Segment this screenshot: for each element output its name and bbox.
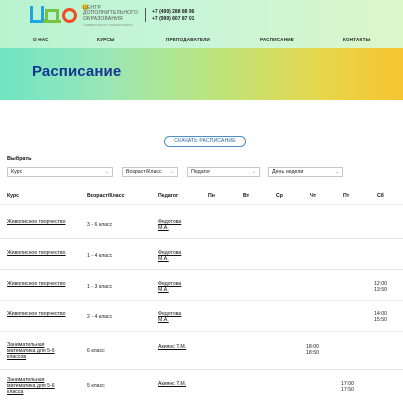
phone-2[interactable]: +7 (999) 807 87 01 (152, 16, 194, 22)
row-divider (0, 331, 403, 332)
col-sat: Сб (377, 193, 384, 199)
filter-label: Выбрать (7, 156, 32, 162)
age-select[interactable]: Возраст/Класс ⌄ (122, 167, 178, 177)
teacher-select[interactable]: Педагог ⌄ (187, 167, 260, 177)
age-cell: 5 класс (87, 383, 105, 389)
course-link[interactable]: Занимательная математика для 5-6 класса (7, 377, 69, 395)
teacher-link[interactable]: Федотова М.А. (158, 219, 192, 231)
age-cell: 1 - 4 класс (87, 253, 113, 259)
nav-courses[interactable]: КУРСЫ (97, 37, 115, 42)
logo-subcaption: УНИВЕРСИТЕТА ГУМАНИТАРНЫХ (83, 23, 133, 27)
course-link[interactable]: Живописное творчество (7, 219, 69, 225)
age-select-value: Возраст/Класс (126, 169, 162, 175)
col-thu: Чт (310, 193, 317, 199)
row-divider (0, 204, 403, 205)
nav-about[interactable]: О НАС (33, 37, 49, 42)
weekday-select-value: День недели (272, 169, 304, 175)
chevron-down-icon: ⌄ (251, 169, 256, 175)
chevron-down-icon: ⌄ (104, 169, 109, 175)
page-title: Расписание (32, 63, 122, 80)
teacher-link[interactable]: Акиянс Т.М. (158, 381, 192, 387)
download-schedule-button[interactable]: СКАЧАТЬ РАСПИСАНИЕ (164, 136, 246, 147)
teacher-link[interactable]: Федотова М.А. (158, 311, 192, 323)
row-divider (0, 300, 403, 301)
course-link[interactable]: Живописное творчество (7, 250, 69, 256)
time-slot: 17:00 17:50 (341, 381, 354, 393)
logo-caption: ЦЕНТР ДОПОЛНИТЕЛЬНОГО ОБРАЗОВАНИЯ (83, 5, 138, 22)
chevron-down-icon: ⌄ (334, 169, 339, 175)
age-cell: 6 класс (87, 348, 105, 354)
col-wed: Ср (276, 193, 283, 199)
nav-contacts[interactable]: КОНТАКТЫ (343, 37, 370, 42)
phone-1[interactable]: +7 (499) 288 88 96 (152, 9, 194, 15)
age-cell: 2 - 4 класс (87, 314, 113, 320)
header-divider (145, 8, 146, 22)
main-nav: О НАС КУРСЫ ПРЕПОДАВАТЕЛИ РАСПИСАНИЕ КОН… (0, 37, 403, 45)
col-course[interactable]: Курс (7, 193, 19, 199)
course-select-value: Курс (11, 169, 23, 175)
chevron-down-icon: ⌄ (169, 169, 174, 175)
col-teacher[interactable]: Педагог (158, 193, 178, 199)
teacher-link[interactable]: Федотова М.А. (158, 250, 192, 262)
age-cell: 3 - 6 класс (87, 222, 113, 228)
col-tue: Вт (243, 193, 250, 199)
nav-teachers[interactable]: ПРЕПОДАВАТЕЛИ (166, 37, 210, 42)
logo[interactable] (30, 4, 88, 23)
site-header: ЦЕНТР ДОПОЛНИТЕЛЬНОГО ОБРАЗОВАНИЯ УНИВЕР… (0, 0, 403, 48)
row-divider (0, 238, 403, 239)
col-age[interactable]: Возраст/Класс (87, 193, 124, 199)
time-slot: 14:00 15:50 (374, 311, 387, 323)
time-slot: 12:00 13:50 (374, 281, 387, 293)
page-banner: Расписание (0, 48, 403, 100)
col-mon: Пн (208, 193, 215, 199)
teacher-link[interactable]: Федотова М.А. (158, 281, 192, 293)
age-cell: 1 - 3 класс (87, 284, 113, 290)
row-divider (0, 369, 403, 370)
row-divider (0, 269, 403, 270)
course-link[interactable]: Занимательная математика для 5-6 классов (7, 342, 69, 360)
course-link[interactable]: Живописное творчество (7, 311, 69, 317)
course-select[interactable]: Курс ⌄ (7, 167, 113, 177)
col-fri: Пт (343, 193, 350, 199)
teacher-select-value: Педагог (191, 169, 211, 175)
teacher-link[interactable]: Акиянс Т.М. (158, 344, 192, 350)
course-link[interactable]: Живописное творчество (7, 281, 69, 287)
weekday-select[interactable]: День недели ⌄ (268, 167, 343, 177)
nav-schedule[interactable]: РАСПИСАНИЕ (260, 37, 294, 42)
time-slot: 18:00 18:50 (306, 344, 319, 356)
